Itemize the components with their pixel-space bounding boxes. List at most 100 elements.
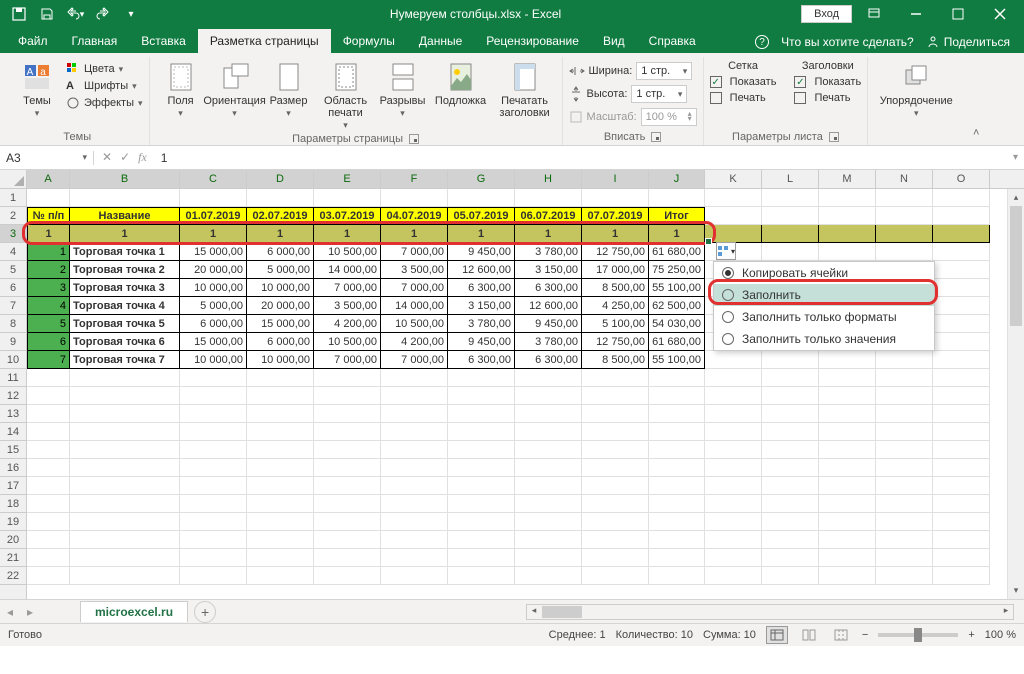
row-header-7[interactable]: 7 [0, 297, 26, 315]
ctx-copy-cells[interactable]: Копировать ячейки [714, 262, 934, 284]
row-header-12[interactable]: 12 [0, 387, 26, 405]
select-all-button[interactable] [0, 170, 27, 189]
col-header-E[interactable]: E [314, 170, 381, 188]
row-header-4[interactable]: 4 [0, 243, 26, 261]
row-header-20[interactable]: 20 [0, 531, 26, 549]
horizontal-scrollbar[interactable]: ◂▸ [226, 604, 1014, 620]
row-header-8[interactable]: 8 [0, 315, 26, 333]
redo-icon[interactable] [90, 3, 116, 25]
minimize-icon[interactable] [896, 0, 936, 28]
expand-formula-bar-icon[interactable]: ▾ [1007, 152, 1024, 163]
col-header-O[interactable]: O [933, 170, 990, 188]
fill-handle[interactable] [705, 238, 712, 245]
fit-height-select[interactable]: 1 стр.▾ [631, 85, 687, 103]
row-header-5[interactable]: 5 [0, 261, 26, 279]
ctx-fill-values[interactable]: Заполнить только значения [714, 328, 934, 350]
margins-button[interactable]: Поля▾ [156, 57, 206, 119]
background-button[interactable]: Подложка [432, 57, 490, 107]
help-icon[interactable]: ? [755, 35, 769, 49]
page-setup-launcher-icon[interactable] [409, 134, 419, 144]
row-header-19[interactable]: 19 [0, 513, 26, 531]
row-header-15[interactable]: 15 [0, 441, 26, 459]
col-header-H[interactable]: H [515, 170, 582, 188]
sheet-options-launcher-icon[interactable] [829, 132, 839, 142]
share-button[interactable]: Поделиться [926, 35, 1010, 49]
headings-view-checkbox[interactable]: ✓Показать [794, 75, 861, 89]
col-header-B[interactable]: B [70, 170, 180, 188]
sheet-tab[interactable]: microexcel.ru [80, 601, 188, 622]
size-button[interactable]: Размер▾ [264, 57, 314, 119]
row-header-1[interactable]: 1 [0, 189, 26, 207]
zoom-level[interactable]: 100 % [985, 629, 1016, 641]
cell-grid[interactable]: № п/пНазвание01.07.201902.07.201903.07.2… [27, 189, 1024, 599]
ctx-fill[interactable]: Заполнить [714, 284, 934, 306]
formula-bar-input[interactable]: 1 [155, 151, 1007, 165]
tab-формулы[interactable]: Формулы [331, 29, 407, 53]
fx-icon[interactable]: fx [138, 150, 147, 165]
row-header-11[interactable]: 11 [0, 369, 26, 387]
tab-данные[interactable]: Данные [407, 29, 474, 53]
autosave-icon[interactable] [6, 3, 32, 25]
zoom-in-button[interactable]: + [968, 629, 974, 641]
view-normal-icon[interactable] [766, 626, 788, 644]
col-header-G[interactable]: G [448, 170, 515, 188]
sheet-nav-next-icon[interactable]: ▸ [20, 605, 40, 619]
scale-to-fit-launcher-icon[interactable] [651, 132, 661, 142]
row-header-3[interactable]: 3 [0, 225, 26, 243]
zoom-slider[interactable] [878, 633, 958, 637]
zoom-out-button[interactable]: − [862, 629, 868, 641]
tab-вставка[interactable]: Вставка [129, 29, 198, 53]
print-area-button[interactable]: Область печати▾ [318, 57, 374, 131]
save-icon[interactable] [34, 3, 60, 25]
col-header-I[interactable]: I [582, 170, 649, 188]
row-header-17[interactable]: 17 [0, 477, 26, 495]
fit-scale-input[interactable]: 100 %▴▾ [641, 108, 697, 126]
theme-colors-button[interactable]: Цвета▾ [66, 61, 143, 77]
formula-accept-icon[interactable]: ✓ [120, 150, 130, 165]
col-header-C[interactable]: C [180, 170, 247, 188]
login-button[interactable]: Вход [801, 5, 852, 23]
vertical-scrollbar[interactable]: ▴ ▾ [1007, 189, 1024, 599]
gridlines-view-checkbox[interactable]: ✓Показать [710, 75, 777, 89]
row-header-9[interactable]: 9 [0, 333, 26, 351]
ctx-fill-formats[interactable]: Заполнить только форматы [714, 306, 934, 328]
orientation-button[interactable]: Ориентация▾ [210, 57, 260, 119]
breaks-button[interactable]: Разрывы▾ [378, 57, 428, 119]
row-header-13[interactable]: 13 [0, 405, 26, 423]
row-header-18[interactable]: 18 [0, 495, 26, 513]
col-header-D[interactable]: D [247, 170, 314, 188]
gridlines-print-checkbox[interactable]: Печать [710, 91, 777, 105]
close-icon[interactable] [980, 0, 1020, 28]
collapse-ribbon-icon[interactable]: ˄ [964, 57, 988, 145]
theme-effects-button[interactable]: Эффекты▾ [66, 95, 143, 111]
col-header-M[interactable]: M [819, 170, 876, 188]
qat-customize-icon[interactable]: ▾ [118, 3, 144, 25]
print-titles-button[interactable]: Печатать заголовки [494, 57, 556, 119]
maximize-icon[interactable] [938, 0, 978, 28]
col-header-N[interactable]: N [876, 170, 933, 188]
tab-разметка страницы[interactable]: Разметка страницы [198, 29, 331, 53]
tab-файл[interactable]: Файл [6, 29, 60, 53]
add-sheet-button[interactable]: + [194, 601, 216, 623]
view-page-layout-icon[interactable] [798, 626, 820, 644]
theme-fonts-button[interactable]: AШрифты▾ [66, 79, 143, 93]
row-header-16[interactable]: 16 [0, 459, 26, 477]
col-header-L[interactable]: L [762, 170, 819, 188]
row-header-22[interactable]: 22 [0, 567, 26, 585]
col-header-F[interactable]: F [381, 170, 448, 188]
tab-главная[interactable]: Главная [60, 29, 130, 53]
fit-width-select[interactable]: 1 стр.▾ [636, 62, 692, 80]
row-header-6[interactable]: 6 [0, 279, 26, 297]
row-header-2[interactable]: 2 [0, 207, 26, 225]
autofill-options-button[interactable]: ▾ [716, 242, 736, 260]
tell-me-input[interactable]: Что вы хотите сделать? [781, 35, 914, 49]
themes-button[interactable]: Aa Темы▾ [12, 57, 62, 119]
tab-справка[interactable]: Справка [637, 29, 708, 53]
row-header-14[interactable]: 14 [0, 423, 26, 441]
col-header-A[interactable]: A [27, 170, 70, 188]
arrange-button[interactable]: Упорядочение▾ [874, 57, 958, 119]
name-box[interactable]: A3▾ [0, 151, 94, 165]
headings-print-checkbox[interactable]: Печать [794, 91, 861, 105]
undo-icon[interactable]: ▾ [62, 3, 88, 25]
row-header-10[interactable]: 10 [0, 351, 26, 369]
